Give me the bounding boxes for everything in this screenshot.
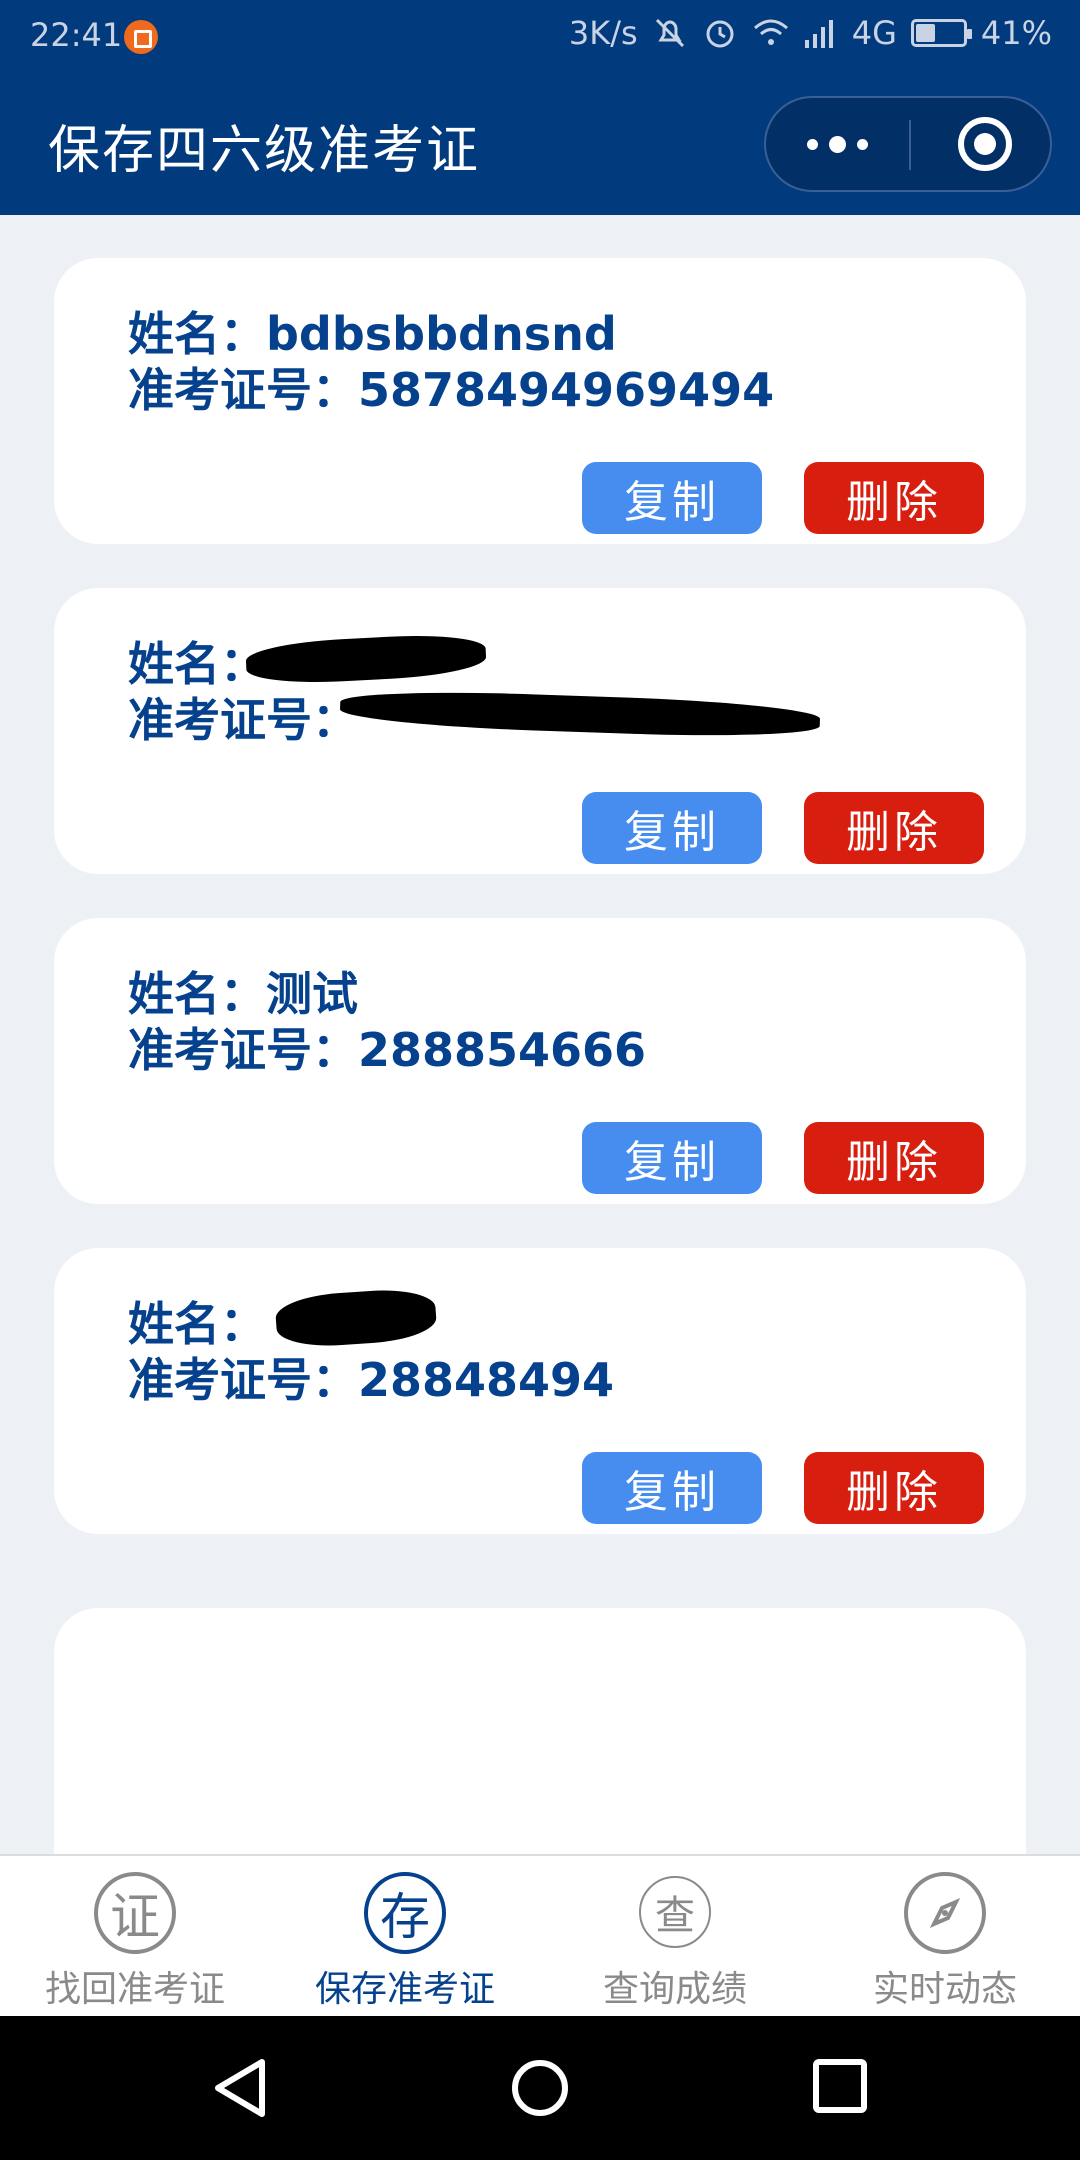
target-close-icon[interactable]: [958, 117, 1012, 171]
ticket-label: 准考证号：: [128, 693, 358, 747]
name-label: 姓名：: [128, 1297, 266, 1351]
ticket-row: 准考证号：5878494969494: [128, 354, 774, 420]
ticket-card: 姓名： 准考证号： 复制 删除: [54, 588, 1026, 874]
delete-button[interactable]: 删除: [804, 1122, 984, 1194]
miniprogram-capsule: [764, 96, 1052, 192]
ticket-value: 288854666: [358, 1023, 647, 1077]
status-bar: 22:41 3K/s 4G 41%: [0, 0, 1080, 72]
ticket-label: 准考证号：: [128, 363, 358, 417]
redaction-scribble: [339, 687, 821, 741]
tab-query-score[interactable]: 查 查询成绩: [540, 1856, 810, 2016]
ticket-row: 准考证号：288854666: [128, 1014, 646, 1080]
search-score-icon: 查: [639, 1876, 711, 1948]
status-icons: 3K/s 4G 41%: [569, 14, 1052, 52]
battery-icon: [910, 19, 972, 47]
bell-muted-icon: [655, 18, 684, 48]
tab-save-ticket[interactable]: 存 保存准考证: [270, 1856, 540, 2016]
wifi-icon: [753, 19, 788, 45]
tab-label: 实时动态: [872, 1969, 1017, 2010]
network-speed: 3K/s: [568, 14, 638, 52]
ticket-card: 姓名：bdbsbbdnsnd 准考证号：5878494969494 复制 删除: [54, 258, 1026, 544]
signal-icon: [804, 20, 833, 48]
name-label: 姓名：: [128, 967, 266, 1021]
tab-find-ticket[interactable]: 证 找回准考证: [0, 1856, 270, 2016]
copy-button[interactable]: 复制: [582, 792, 762, 864]
system-nav-bar: [0, 2016, 1080, 2160]
copy-button[interactable]: 复制: [582, 1452, 762, 1524]
notification-app-icon: [124, 20, 158, 54]
ticket-label: 准考证号：: [128, 1023, 358, 1077]
ticket-row: 准考证号：: [128, 684, 358, 750]
back-icon[interactable]: [212, 2058, 268, 2118]
tab-label: 查询成绩: [602, 1969, 747, 2010]
copy-button[interactable]: 复制: [582, 1122, 762, 1194]
status-time: 22:41: [30, 16, 123, 54]
ticket-label: 准考证号：: [128, 1353, 358, 1407]
ticket-value: 5878494969494: [358, 363, 775, 417]
ticket-card: 姓名：测试 准考证号：288854666 复制 删除: [54, 918, 1026, 1204]
nav-bar: 保存四六级准考证: [0, 72, 1080, 215]
recents-icon[interactable]: [812, 2058, 868, 2114]
network-type: 4G: [851, 14, 897, 52]
ticket-value: 28848494: [358, 1353, 615, 1407]
certificate-icon: 证: [94, 1872, 176, 1954]
alarm-icon: [706, 20, 734, 48]
battery-percent: 41%: [980, 14, 1052, 52]
name-value: bdbsbbdnsnd: [266, 307, 617, 361]
more-dots-icon[interactable]: [766, 98, 908, 190]
redaction-scribble: [245, 631, 487, 687]
tab-realtime-news[interactable]: 实时动态: [810, 1856, 1080, 2016]
page-title: 保存四六级准考证: [48, 121, 481, 181]
redaction-scribble: [274, 1286, 438, 1350]
capsule-divider: [909, 120, 911, 170]
battery-fill: [915, 24, 935, 42]
delete-button[interactable]: 删除: [804, 462, 984, 534]
ticket-row: 准考证号：28848494: [128, 1344, 614, 1410]
compass-icon: [904, 1872, 986, 1954]
name-value: 测试: [266, 967, 358, 1021]
home-icon[interactable]: [510, 2058, 570, 2118]
tab-label: 找回准考证: [44, 1969, 225, 2010]
name-label: 姓名：: [128, 307, 266, 361]
delete-button[interactable]: 删除: [804, 1452, 984, 1524]
tab-label: 保存准考证: [314, 1969, 495, 2010]
save-icon: 存: [364, 1872, 446, 1954]
copy-button[interactable]: 复制: [582, 462, 762, 534]
delete-button[interactable]: 删除: [804, 792, 984, 864]
ticket-card: 姓名： 准考证号：28848494 复制 删除: [54, 1248, 1026, 1534]
tab-bar: 证 找回准考证 存 保存准考证 查 查询成绩 实时动态: [0, 1854, 1080, 2016]
